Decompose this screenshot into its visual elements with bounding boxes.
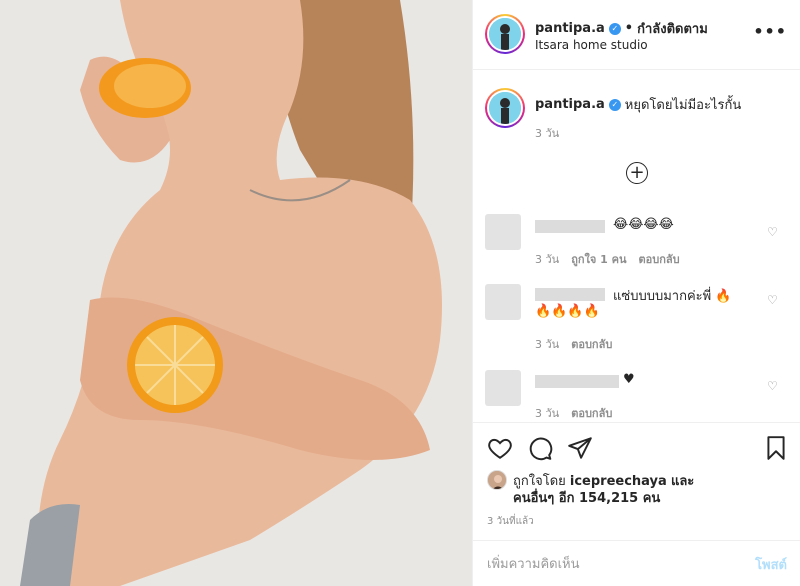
comment-avatar[interactable] (485, 370, 521, 406)
comment-text-line2: 🔥🔥🔥🔥 (535, 304, 600, 319)
avatar-figure-icon (489, 92, 521, 124)
following-button[interactable]: กำลังติดตาม (637, 18, 708, 39)
comment-text: ♥ (623, 372, 635, 387)
comment-username-blurred[interactable] (535, 220, 605, 233)
likes-and: และ (670, 474, 695, 489)
liker-avatar[interactable] (487, 470, 507, 490)
post-timestamp[interactable]: 3 วันที่แล้ว (487, 514, 534, 529)
comment-text: 😂😂😂😂 (613, 217, 674, 232)
comment-time: 3 วัน (535, 253, 560, 266)
comment-item: แซ่บบบบมากค่ะพี่ 🔥 🔥🔥🔥🔥 ♡ 3 วัน ตอบกลับ (473, 282, 800, 362)
reply-button[interactable]: ตอบกลับ (571, 404, 612, 422)
bookmark-icon[interactable] (763, 435, 789, 461)
caption-time: 3 วัน (535, 127, 560, 140)
like-heart-icon[interactable] (487, 435, 513, 461)
header-separator: • (624, 21, 634, 36)
location-link[interactable]: Itsara home studio (535, 38, 648, 52)
post-modal: pantipa.a ✓ • กำลังติดตาม Itsara home st… (0, 0, 800, 586)
avatar-figure-icon (489, 18, 521, 50)
heart-icon[interactable]: ♡ (767, 294, 779, 306)
load-more-comments-button[interactable]: + (626, 162, 648, 184)
verified-badge-icon: ✓ (608, 98, 621, 111)
comment-username-blurred[interactable] (535, 375, 619, 388)
likes-others-count[interactable]: คนอื่นๆ อีก 154,215 คน (513, 487, 660, 508)
comment-input[interactable] (487, 553, 727, 575)
post-side-panel: pantipa.a ✓ • กำลังติดตาม Itsara home st… (472, 0, 800, 586)
reply-button[interactable]: ตอบกลับ (571, 335, 612, 353)
share-icon[interactable] (567, 435, 593, 461)
caption-text: หยุดโดยไม่มีอะไรกั้น (624, 98, 742, 113)
comment-time: 3 วัน (535, 407, 560, 420)
comment-avatar[interactable] (485, 284, 521, 320)
header-username[interactable]: pantipa.a (535, 21, 605, 36)
post-comment-button[interactable]: โพสต์ (755, 554, 787, 575)
avatar-face-icon (488, 471, 506, 489)
heart-icon[interactable]: ♡ (767, 226, 779, 238)
caption-username[interactable]: pantipa.a (535, 97, 605, 112)
verified-badge-icon: ✓ (608, 22, 621, 35)
caption-avatar[interactable] (485, 88, 525, 128)
post-header: pantipa.a ✓ • กำลังติดตาม Itsara home st… (473, 0, 800, 70)
comment-likes[interactable]: ถูกใจ 1 คน (571, 250, 626, 268)
heart-icon[interactable]: ♡ (767, 380, 779, 392)
action-bar (473, 422, 800, 472)
comment-username-blurred[interactable] (535, 288, 605, 301)
comment-time: 3 วัน (535, 338, 560, 351)
post-photo[interactable] (0, 0, 472, 586)
header-avatar[interactable] (485, 14, 525, 54)
comment-item: 😂😂😂😂 ♡ 3 วัน ถูกใจ 1 คน ตอบกลับ (473, 212, 800, 292)
add-comment-bar: โพสต์ (473, 540, 800, 586)
comment-icon[interactable] (527, 435, 553, 461)
comment-avatar[interactable] (485, 214, 521, 250)
reply-button[interactable]: ตอบกลับ (639, 250, 680, 268)
photo-illustration (0, 0, 472, 586)
comment-text: แซ่บบบบมากค่ะพี่ 🔥 (613, 289, 732, 304)
more-options-icon[interactable]: ••• (753, 22, 787, 41)
